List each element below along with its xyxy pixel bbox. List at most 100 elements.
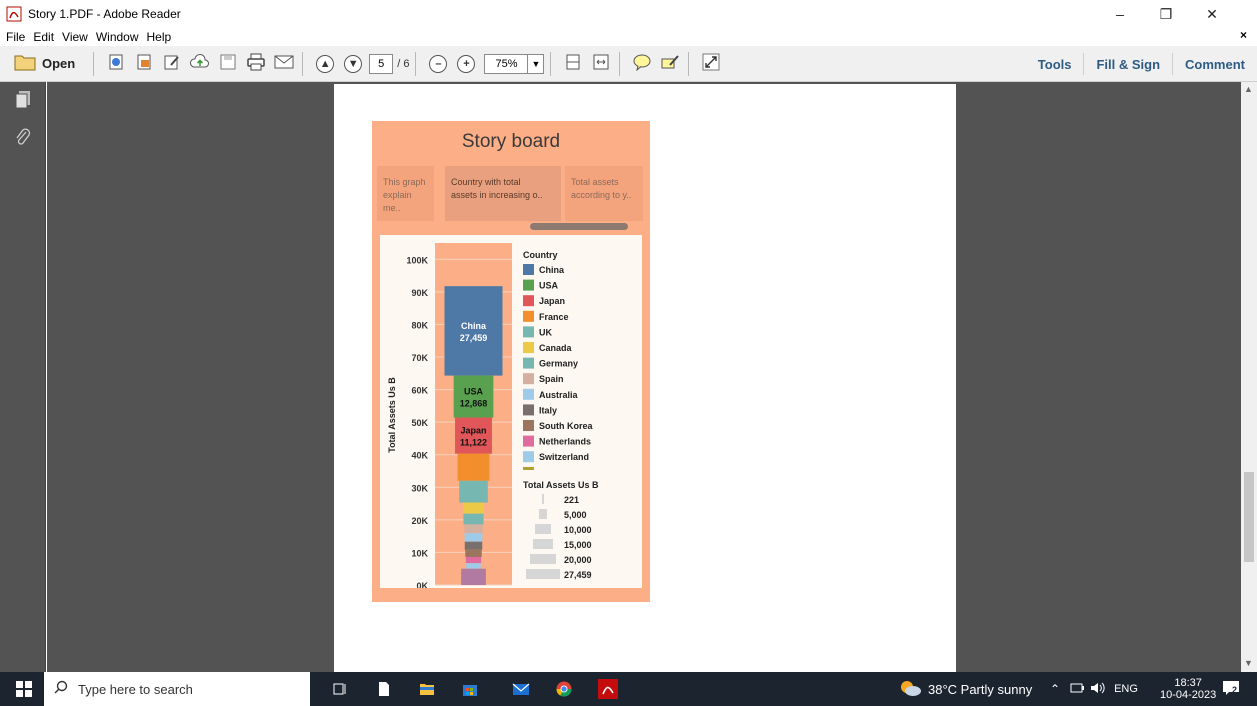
y-tick-label: 100K <box>406 255 428 265</box>
minimize-button[interactable]: – <box>1097 0 1143 28</box>
weather-widget[interactable]: 38°C Partly sunny <box>898 672 1032 706</box>
legend-title: Country <box>523 250 558 260</box>
expand-icon <box>702 53 720 74</box>
story-scroll-bar[interactable] <box>530 223 628 230</box>
legend-label: USA <box>539 281 559 291</box>
restore-button[interactable]: ❐ <box>1143 0 1189 28</box>
arrow-down-icon: ▼ <box>344 54 363 73</box>
menu-view[interactable]: View <box>62 30 88 44</box>
page-number-input[interactable]: 5 <box>369 53 394 74</box>
toolbar-separator <box>550 51 552 76</box>
next-page-button[interactable]: ▼ <box>341 52 365 76</box>
menu-file[interactable]: File <box>6 30 25 44</box>
export-pdf-button[interactable] <box>132 52 156 76</box>
export-pdf-icon <box>135 53 153 74</box>
notifications-button[interactable]: 2 <box>1222 672 1240 706</box>
size-legend-label: 20,000 <box>564 555 592 565</box>
menu-window[interactable]: Window <box>96 30 139 44</box>
menu-edit[interactable]: Edit <box>33 30 54 44</box>
tools-link[interactable]: Tools <box>1026 53 1084 75</box>
story-title: Story board <box>461 131 561 152</box>
bar-segment <box>464 533 483 542</box>
legend-label: France <box>539 312 569 322</box>
toolbar-separator <box>302 51 304 76</box>
bar-segment <box>463 513 484 525</box>
legend-label: China <box>539 265 565 275</box>
create-pdf-button[interactable] <box>104 52 128 76</box>
email-button[interactable] <box>272 52 296 76</box>
taskbar: Type here to search 38°C Partly sunny ⌃ … <box>0 672 1257 706</box>
zoom-out-button[interactable]: – <box>426 52 450 76</box>
close-button[interactable]: ✕ <box>1189 0 1235 28</box>
fill-sign-link[interactable]: Fill & Sign <box>1083 53 1172 75</box>
edit-pdf-button[interactable] <box>160 52 184 76</box>
task-view-icon[interactable] <box>332 681 348 697</box>
size-legend-label: 27,459 <box>564 570 592 580</box>
acrobat-taskbar-icon[interactable] <box>598 679 618 699</box>
language-indicator[interactable]: ENG <box>1114 683 1138 695</box>
chevron-up-icon[interactable]: ⌃ <box>1050 682 1060 696</box>
story-tab-3-line1: Total assets <box>571 177 619 187</box>
plus-icon: + <box>457 54 476 73</box>
bar-segment <box>461 568 486 585</box>
attachment-icon[interactable] <box>14 128 32 148</box>
story-tab-1[interactable]: This graph explain me.. <box>377 166 434 221</box>
upload-cloud-button[interactable] <box>188 52 212 76</box>
scroll-up-icon[interactable]: ▲ <box>1244 84 1253 94</box>
chrome-icon[interactable] <box>556 681 572 697</box>
taskbar-search-input[interactable]: Type here to search <box>44 672 310 706</box>
legend-label: UK <box>539 327 552 337</box>
menu-help[interactable]: Help <box>147 30 172 44</box>
battery-icon[interactable] <box>1070 682 1085 696</box>
search-icon <box>54 680 68 699</box>
clock[interactable]: 18:37 10-04-2023 <box>1160 672 1216 706</box>
size-legend-label: 5,000 <box>564 510 587 520</box>
fit-width-button[interactable] <box>589 52 613 76</box>
bar-segment <box>457 453 490 481</box>
scrollbar-thumb[interactable] <box>1244 472 1254 562</box>
zoom-level-input[interactable]: 75% <box>484 53 529 74</box>
fit-page-button[interactable] <box>561 52 585 76</box>
print-button[interactable] <box>244 52 268 76</box>
mail-icon[interactable] <box>512 681 530 697</box>
legend-swatch-clipped <box>523 467 534 470</box>
story-tab-1-line2: explain me.. <box>383 190 412 213</box>
fit-width-icon <box>592 53 610 74</box>
file-icon[interactable] <box>376 681 392 697</box>
window-title: Story 1.PDF - Adobe Reader <box>28 7 181 21</box>
y-tick-label: 50K <box>411 418 428 428</box>
legend-label: Canada <box>539 343 573 353</box>
previous-page-button[interactable]: ▲ <box>313 52 337 76</box>
vertical-scrollbar[interactable]: ▲ ▼ <box>1241 82 1257 672</box>
fullscreen-button[interactable] <box>699 52 723 76</box>
highlight-button[interactable] <box>658 52 682 76</box>
store-icon[interactable] <box>462 681 478 697</box>
y-tick-label: 60K <box>411 386 428 396</box>
stacked-bar-chart: 0K 10K 20K 30K 40K 50K 60K 70K 80K 90K 100K Total A… <box>387 243 599 591</box>
legend-swatch <box>523 342 534 353</box>
legend-label: Japan <box>539 296 565 306</box>
notification-icon: 2 <box>1222 680 1240 699</box>
zoom-dropdown-button[interactable]: ▼ <box>528 53 545 74</box>
bar-segment <box>459 480 488 503</box>
volume-icon[interactable] <box>1090 682 1106 697</box>
size-legend-mark <box>535 524 551 534</box>
file-explorer-icon[interactable] <box>419 681 435 697</box>
legend-label: Switzerland <box>539 452 589 462</box>
story-tab-2[interactable]: Country with total assets in increasing … <box>445 166 561 221</box>
scroll-down-icon[interactable]: ▼ <box>1244 658 1253 668</box>
bar-value-label: 27,459 <box>460 333 488 343</box>
close-document-button[interactable]: × <box>1240 28 1247 42</box>
title-bar: Story 1.PDF - Adobe Reader <box>0 0 1257 28</box>
add-comment-button[interactable] <box>630 52 654 76</box>
windows-start-icon[interactable] <box>16 681 32 697</box>
open-button[interactable]: Open <box>14 52 75 76</box>
folder-icon <box>14 53 36 74</box>
legend-label: Netherlands <box>539 437 591 447</box>
page-thumbnails-icon[interactable] <box>14 90 32 110</box>
zoom-in-button[interactable]: + <box>454 52 478 76</box>
save-button[interactable] <box>216 52 240 76</box>
legend-swatch <box>523 326 534 338</box>
comment-link[interactable]: Comment <box>1172 53 1257 75</box>
story-tab-3[interactable]: Total assets according to y.. <box>565 166 643 221</box>
